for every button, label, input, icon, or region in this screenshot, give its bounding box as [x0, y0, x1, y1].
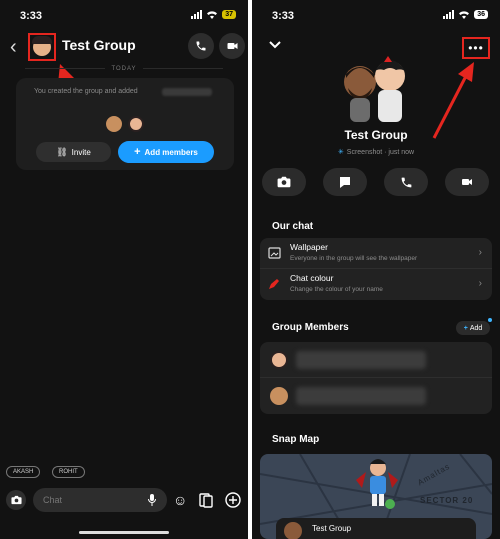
date-divider: TODAY [0, 66, 248, 72]
snap-map-heading: Snap Map [272, 434, 320, 445]
group-members-heading: Group Members [272, 322, 349, 333]
member-row[interactable] [260, 342, 492, 378]
video-call-button[interactable] [445, 168, 489, 196]
action-row [262, 168, 489, 196]
add-member-button[interactable]: + Add [456, 321, 490, 335]
plus-icon: + [463, 324, 468, 332]
map-label: SECTOR 20 [420, 496, 474, 505]
home-indicator [79, 531, 169, 534]
chat-button[interactable] [323, 168, 367, 196]
video-icon [462, 179, 472, 185]
pencil-icon [269, 279, 279, 289]
group-created-text: You created the group and added [34, 88, 138, 95]
redacted-names [162, 88, 212, 96]
wallpaper-icon [268, 247, 281, 259]
snap-status: ✳ Screenshot · just now [337, 149, 415, 156]
avatar [284, 522, 302, 539]
group-bitmoji [344, 56, 406, 122]
wallpaper-row[interactable]: Wallpaper Everyone in the group will see… [260, 238, 492, 269]
chat-bubble-icon [340, 177, 350, 188]
our-chat-heading: Our chat [272, 221, 314, 232]
screenshot-icon: ✳ [337, 149, 344, 156]
group-title[interactable]: Test Group [252, 128, 500, 142]
voice-call-button[interactable] [384, 168, 428, 196]
emoji-icon[interactable]: ☺ [173, 492, 187, 508]
chat-colour-row[interactable]: Chat colour Change the colour of your na… [260, 269, 492, 300]
member-avatar [106, 116, 122, 132]
map-bitmoji [356, 459, 398, 509]
group-profile-screen: 3:33 36 ••• Test Group ✳ Screenshot · jus… [252, 0, 500, 539]
phone-icon [401, 177, 411, 187]
members-card [260, 342, 492, 414]
member-avatar [128, 116, 144, 132]
mention-chip[interactable]: ROHIT [52, 466, 85, 478]
map-group-card[interactable]: Test Group [276, 518, 476, 539]
our-chat-card: Wallpaper Everyone in the group will see… [260, 238, 492, 300]
redacted-member-name [296, 351, 426, 369]
link-icon: ⛓ [56, 146, 68, 157]
plus-circle-icon[interactable] [225, 492, 241, 508]
plus-icon: + [134, 146, 141, 158]
add-members-button[interactable]: + Add members [118, 141, 214, 163]
invite-button[interactable]: ⛓ Invite [36, 142, 111, 162]
notification-dot [488, 318, 492, 322]
camera-button[interactable] [6, 490, 26, 510]
chat-input[interactable] [33, 488, 167, 512]
chat-screen: 3:33 37 ‹ Test Group TODAY You created t… [0, 0, 248, 539]
avatar [270, 387, 288, 405]
camera-icon [10, 495, 22, 505]
avatar [270, 351, 288, 369]
mention-chip[interactable]: AKASH [6, 466, 41, 478]
member-row[interactable] [260, 378, 492, 414]
camera-icon [277, 176, 291, 188]
redacted-member-name [296, 387, 426, 405]
microphone-icon[interactable] [148, 494, 156, 506]
chevron-right-icon: › [478, 247, 482, 258]
chevron-right-icon: › [478, 278, 482, 289]
memories-icon[interactable] [198, 492, 214, 508]
camera-button[interactable] [262, 168, 306, 196]
